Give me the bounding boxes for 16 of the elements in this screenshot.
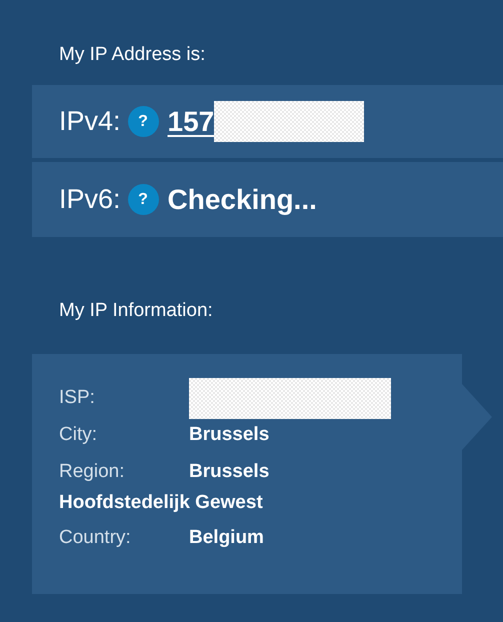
help-button[interactable]: ? [128, 184, 159, 215]
info-value: Brussels [189, 423, 270, 448]
info-label: City: [59, 423, 98, 448]
section-heading: My IP Information: [59, 300, 213, 321]
address-label: IPv4: [59, 105, 121, 138]
info-value: Hoofdstedelijk Gewest [59, 491, 263, 516]
info-label: ISP: [59, 386, 96, 410]
help-button[interactable]: ? [128, 106, 159, 137]
info-label: Country: [59, 526, 132, 550]
ip-link[interactable]: 157 [168, 100, 214, 142]
ip-status: Checking... [168, 182, 317, 217]
info-value: Belgium [189, 526, 264, 550]
address-label: IPv6: [59, 183, 121, 216]
section-heading: My IP Address is: [59, 44, 206, 65]
info-value: Brussels [189, 460, 270, 484]
info-label: Region: [59, 460, 126, 484]
